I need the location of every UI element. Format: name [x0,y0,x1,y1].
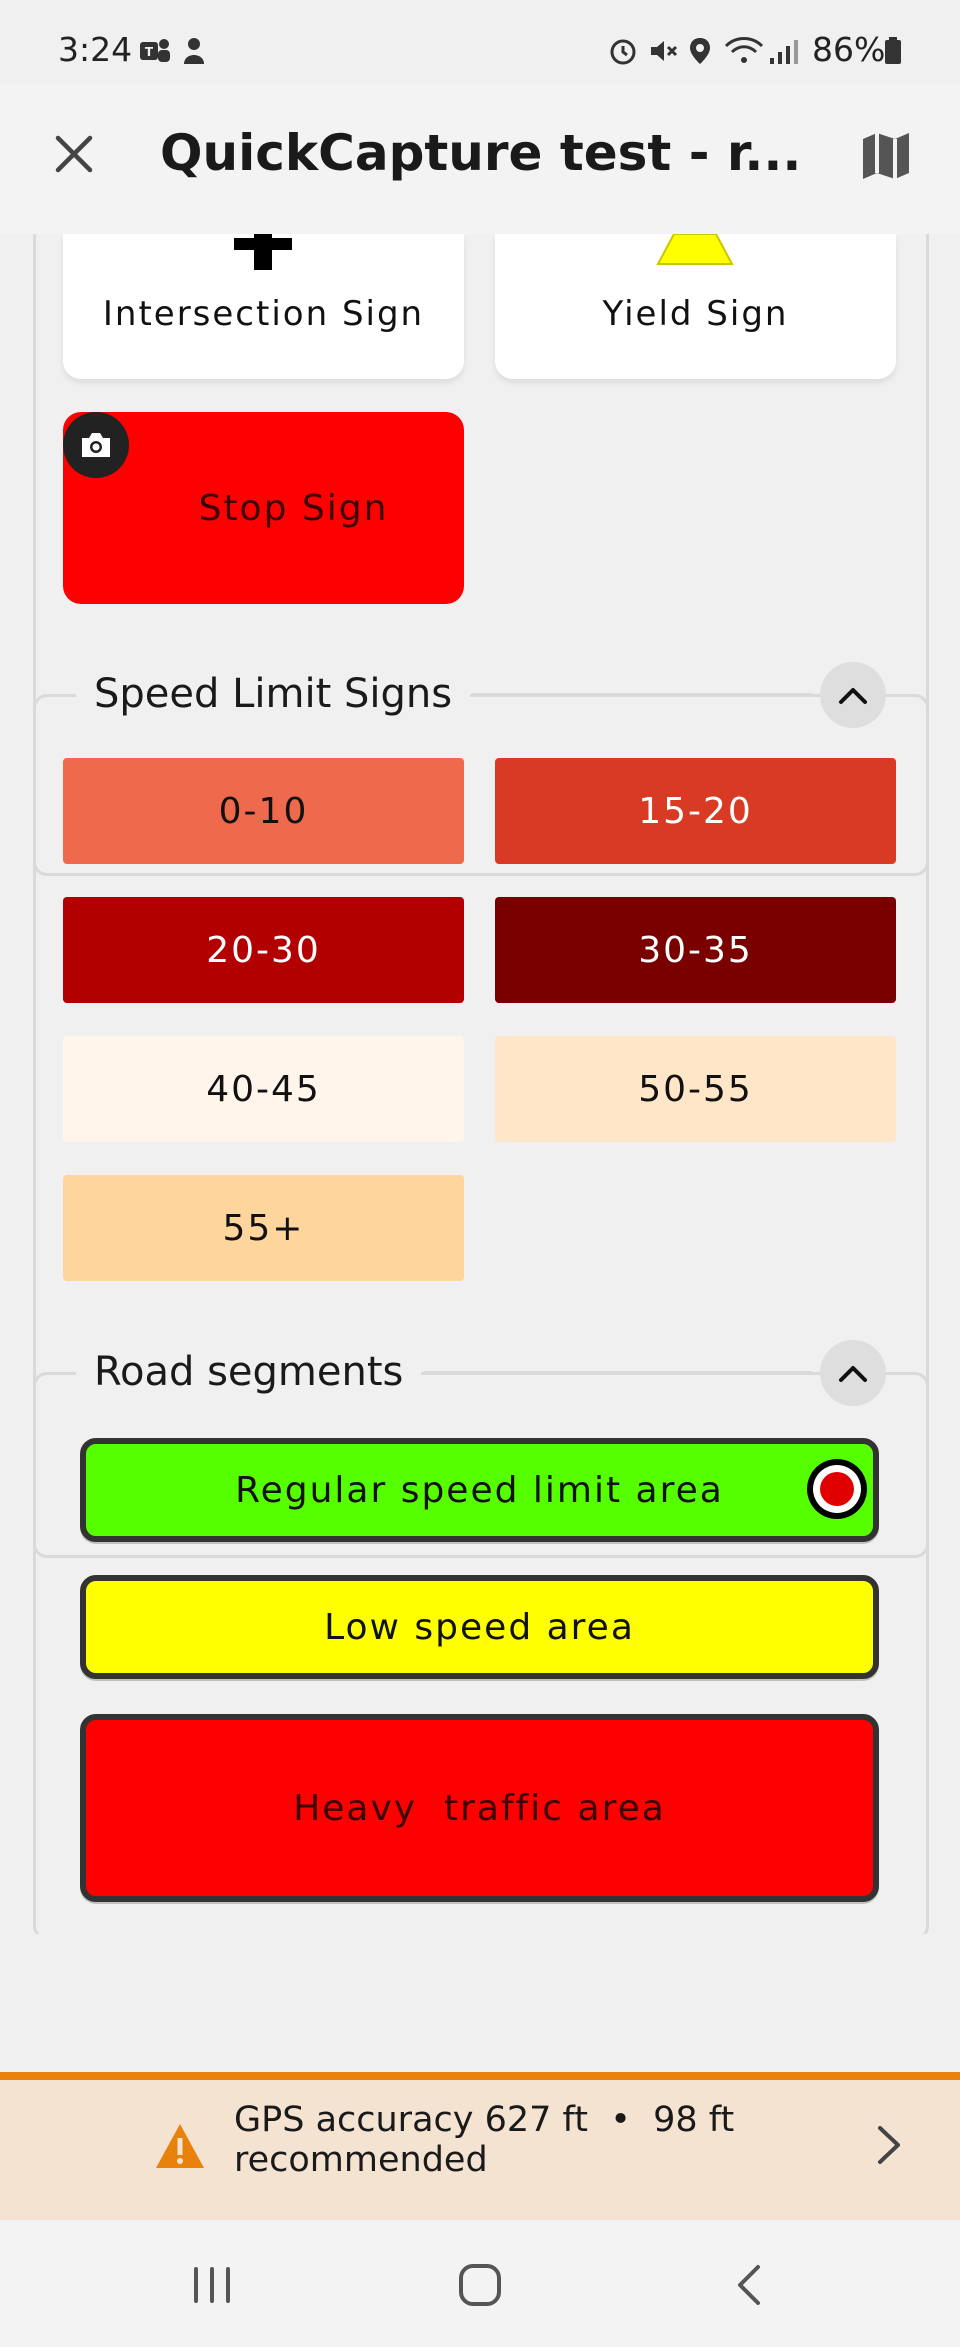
collapse-speed-group-button[interactable] [820,662,886,728]
tile-label: 20-30 [206,929,321,971]
gps-accuracy-text: GPS accuracy 627 ft • 98 ft recommended [234,2100,794,2180]
intersection-sign-icon [234,234,292,270]
recents-icon [194,2267,230,2303]
battery-icon [885,37,901,64]
location-icon [690,38,710,64]
close-icon [55,135,93,173]
warning-icon [156,2124,204,2168]
signal-icon [770,40,798,64]
divider [424,1371,812,1374]
yield-sign-tile[interactable]: Yield Sign [495,234,896,379]
tile-label: 55+ [222,1207,305,1249]
home-icon [459,2264,501,2306]
stop-sign-tile[interactable]: Stop Sign [63,412,464,604]
recents-button[interactable] [182,2255,242,2315]
mute-icon [651,41,678,61]
chevron-up-icon [839,1366,867,1382]
teams-icon: T [140,39,170,62]
road-button-label: Low speed area [324,1606,635,1648]
speed-tile-0-10[interactable]: 0-10 [63,758,464,864]
spacer [33,1934,929,2074]
camera-badge [63,412,129,478]
tile-label: 40-45 [206,1068,321,1110]
tile-label: Yield Sign [602,294,789,334]
gps-line-1: GPS accuracy 627 ft • 98 ft [234,2100,735,2140]
tile-label: 50-55 [638,1068,753,1110]
yield-sign-icon [656,234,734,265]
svg-text:T: T [145,45,154,59]
tile-label: 15-20 [638,790,753,832]
map-icon [863,133,909,179]
gps-line-2: recommended [234,2140,488,2180]
speed-tile-20-30[interactable]: 20-30 [63,897,464,1003]
group-title: Speed Limit Signs [76,671,471,717]
recording-icon [807,1459,867,1519]
chevron-up-icon [839,688,867,704]
tile-label: 30-35 [638,929,753,971]
speed-tile-50-55[interactable]: 50-55 [495,1036,896,1142]
low-speed-area-button[interactable]: Low speed area [80,1575,879,1679]
map-button[interactable] [848,118,924,194]
tile-label: 0-10 [218,790,309,832]
app-title: QuickCapture test - r... [160,124,802,182]
wifi-icon [724,37,764,63]
alarm-icon [610,39,636,65]
group-title-wrap: Speed Limit Signs [76,659,471,729]
battery-level: 86% [812,30,886,69]
back-icon [738,2265,760,2305]
back-button[interactable] [720,2255,780,2315]
heavy-traffic-area-button[interactable]: Heavy traffic area [80,1714,879,1902]
capture-content[interactable]: Intersection Sign Yield Sign Stop Sign S… [0,234,960,2074]
group-bottom-edge [33,1931,923,1934]
road-button-label: Regular speed limit area [235,1469,724,1511]
notification-icon [184,38,204,64]
speed-tile-15-20[interactable]: 15-20 [495,758,896,864]
home-button[interactable] [450,2255,510,2315]
status-time: 3:24 [58,30,133,69]
group-title: Road segments [76,1349,422,1395]
regular-speed-area-button[interactable]: Regular speed limit area [80,1438,879,1542]
speed-tile-40-45[interactable]: 40-45 [63,1036,464,1142]
tile-label: Intersection Sign [102,294,425,334]
close-button[interactable] [36,116,112,192]
divider [472,693,812,696]
speed-tile-55-plus[interactable]: 55+ [63,1175,464,1281]
chevron-right-icon[interactable] [868,2122,908,2168]
speed-tile-30-35[interactable]: 30-35 [495,897,896,1003]
intersection-sign-tile[interactable]: Intersection Sign [63,234,464,379]
group-title-wrap: Road segments [76,1337,422,1407]
collapse-road-group-button[interactable] [820,1340,886,1406]
camera-icon [82,433,110,457]
road-button-label: Heavy traffic area [293,1787,666,1829]
tile-label: Stop Sign [198,487,389,529]
